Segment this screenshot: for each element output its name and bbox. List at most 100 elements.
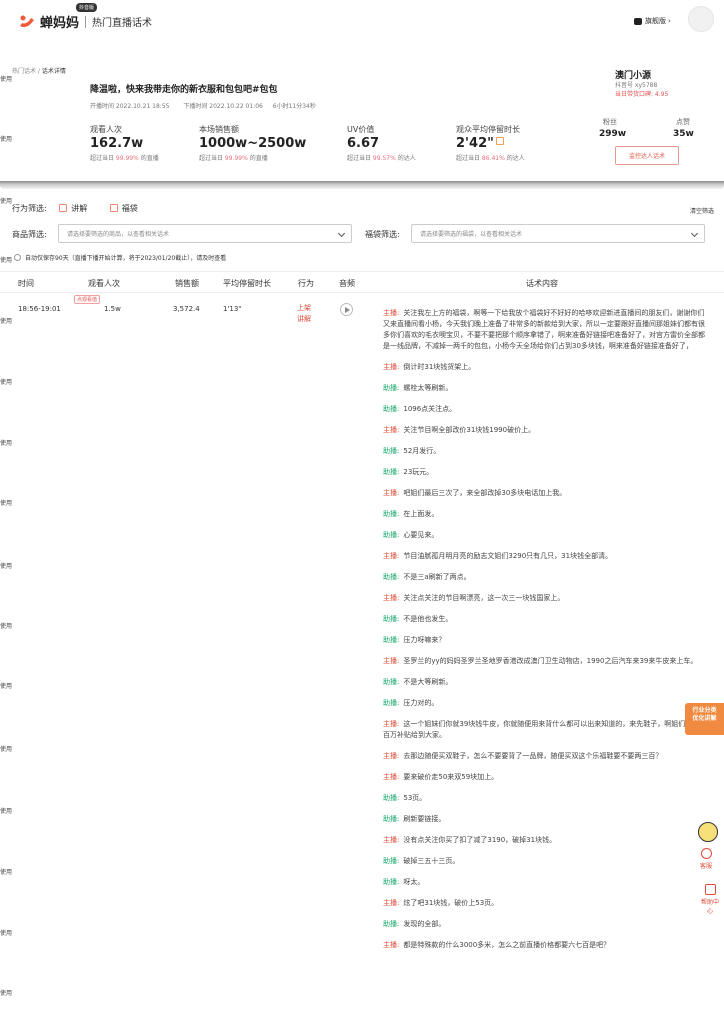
vip-badge[interactable]: 旗舰版 ›	[634, 16, 671, 26]
metric-rank: 超过当日 99.99% 的直播	[199, 155, 268, 162]
script-line: 主播: 要来破价走50来双59块加上。	[383, 772, 705, 783]
script-line: 主播: 节目油腻孤月明月亮的励志文姐们3290只有几只，31块钱全部清。	[383, 551, 705, 562]
grid-icon	[704, 884, 716, 895]
logo[interactable]: 蝉妈妈 热门直播话术	[18, 12, 152, 31]
script-line: 助播: 在上面发。	[383, 509, 705, 520]
vip-label: 旗舰版	[645, 17, 666, 25]
row-behavior: 上架 讲解	[297, 303, 311, 325]
monitor-anchor-button[interactable]: 监控达人话术	[615, 146, 679, 165]
role-host-label: 主播:	[383, 752, 400, 760]
row-time: 18:56-19:01	[18, 305, 61, 313]
role-assist-label: 助播:	[383, 615, 400, 623]
bag-select-placeholder: 请选择要筛选的福袋，以查看相关话术	[420, 231, 523, 238]
script-line: 主播: 圣罗兰的yy的妈妈圣罗兰圣地罗香港改成澳门卫生动物店，1990之后汽车来3…	[383, 656, 705, 667]
metric-value: 6.67	[347, 136, 380, 151]
checkbox-lucky-bag[interactable]	[109, 204, 118, 212]
behavior-filter: 行为筛选: 讲解 福袋	[12, 203, 138, 214]
checkbox-explain-label: 讲解	[71, 204, 88, 213]
side-strip-label: 使用	[0, 563, 13, 570]
role-host-label: 主播:	[383, 899, 400, 907]
metric-rank: 超过当日 99.99% 的直播	[90, 155, 159, 162]
role-assist-label: 助播:	[383, 857, 400, 865]
script-line: 助播: 53页。	[383, 793, 705, 804]
row-sales: 3,572.4	[173, 305, 200, 313]
script-line: 主播: 去那边随便买双鞋子，怎么不要要背了一品牌，随便买双这个乐福鞋要不要两三百？	[383, 751, 705, 762]
script-text: 都是特殊款的什么3000多米，怎么之前直播价格都要六七百是吧？	[403, 941, 611, 949]
live-duration: 6小时11分34秒	[272, 103, 316, 110]
clear-filters-link[interactable]: 清空筛选	[690, 206, 714, 215]
role-host-label: 主播:	[383, 941, 400, 949]
breadcrumb: 热门话术 / 话术详情	[12, 66, 66, 75]
side-strip-label: 使用	[0, 869, 13, 876]
breadcrumb-parent[interactable]: 热门话术	[12, 68, 36, 75]
side-strip-label: 使用	[0, 990, 13, 997]
product-select[interactable]: 请选择要筛选的商品，以查看相关话术	[58, 224, 352, 243]
side-strip-label: 使用	[0, 500, 13, 507]
product-select-placeholder: 请选择要筛选的商品，以查看相关话术	[67, 231, 170, 238]
side-strip-label: 使用	[0, 683, 13, 690]
script-text: 圣罗兰的yy的妈妈圣罗兰圣地罗香港改成澳门卫生动物店，1990之后汽车来39来牛…	[403, 657, 698, 665]
logo-text: 蝉妈妈	[40, 16, 80, 31]
role-host-label: 主播:	[383, 773, 400, 781]
customer-service-button[interactable]: 客服	[700, 848, 712, 870]
role-assist-label: 助播:	[383, 636, 400, 644]
script-text: 呀太。	[403, 878, 425, 886]
chevron-down-icon	[690, 229, 699, 238]
bag-select[interactable]: 请选择要筛选的福袋，以查看相关话术	[411, 224, 705, 243]
script-line: 主播: 关注节目啊全部改价31块钱1990破价上。	[383, 425, 705, 436]
fans-label: 粉丝	[603, 118, 617, 126]
behavior-explain: 讲解	[297, 315, 311, 323]
industry-optimize-button[interactable]: 行业分类 优化讲解	[685, 703, 724, 735]
script-content: 主播: 关注我左上方的福袋，啊等一下给我放个福袋好不好好的哈哆欢迎新进直播间的朋友…	[383, 308, 705, 961]
role-host-label: 主播:	[383, 720, 400, 728]
script-text: 心要见来。	[403, 531, 439, 539]
script-line: 助播: 不是大等刷新。	[383, 677, 705, 688]
hot-tag: 点观看值	[74, 295, 101, 304]
customer-service-label: 客服	[700, 863, 713, 870]
side-strip-label: 使用	[0, 198, 13, 205]
script-text: 这一个姐妹们你就39块钱牛皮，你就随便用来背什么都可以出来知道的，来先鞋子，啊姐…	[383, 720, 700, 739]
script-line: 助播: 刷新要链接。	[383, 814, 705, 825]
script-text: 压力呀嘛来？	[403, 636, 446, 644]
role-host-label: 主播:	[383, 489, 400, 497]
role-assist-label: 助播:	[383, 573, 400, 581]
side-strip-label: 使用	[0, 746, 13, 753]
behavior-listing: 上架	[297, 304, 311, 312]
script-line: 主播: 关注我左上方的福袋，啊等一下给我放个福袋好不好好的哈哆欢迎新进直播间的朋友…	[383, 308, 705, 352]
fans-value: 299w	[599, 129, 627, 139]
script-line: 助播: 螺栓太等刷新。	[383, 383, 705, 394]
diamond-icon	[634, 17, 642, 25]
script-text: 52月发行。	[403, 447, 441, 455]
retention-note: 自动仅保存90天（直播下播开始计算，将于2023/01/20截止），请及时查看	[14, 253, 226, 262]
checkbox-lucky-bag-label: 福袋	[121, 204, 138, 213]
likes-label: 点赞	[676, 118, 690, 126]
th-views: 观看人次	[88, 279, 120, 288]
role-host-label: 主播:	[383, 552, 400, 560]
breadcrumb-current: 话术详情	[41, 68, 66, 75]
role-host-label: 主播:	[383, 836, 400, 844]
script-line: 助播: 不是三a刷新了两点。	[383, 572, 705, 583]
table-header: 时间 观看人次 销售额 平均停留时长 行为 音频 话术内容	[0, 271, 724, 293]
metric-sales: 本场销售额 1000w~2500w 超过当日 99.99% 的直播	[199, 124, 306, 162]
avatar[interactable]	[688, 6, 714, 32]
behavior-filter-label: 行为筛选:	[12, 204, 47, 213]
platform-badge: 抖音版	[76, 3, 98, 12]
metric-label: UV价值	[347, 125, 375, 134]
row-avg-stay: 1'13"	[223, 305, 242, 313]
script-line: 主播: 炫了吧31块钱，破价上53页。	[383, 898, 705, 909]
metric-label: 观众平均停留时长	[456, 125, 520, 134]
side-strip-label: 使用	[0, 808, 13, 815]
side-strip-label: 使用	[0, 930, 13, 937]
side-strip-label: 使用	[0, 623, 13, 630]
help-center-button[interactable]: 帮助中心	[700, 884, 720, 915]
role-assist-label: 助播:	[383, 815, 400, 823]
metric-rank: 超过当日 86.41% 的达人	[456, 155, 525, 162]
metric-views: 观看人次 162.7w 超过当日 99.99% 的直播	[90, 124, 159, 162]
chevron-down-icon: ›	[668, 17, 671, 25]
script-line: 助播: 呀太。	[383, 877, 705, 888]
row-views: 1.5w	[104, 305, 121, 313]
checkbox-explain[interactable]	[59, 204, 68, 212]
mascot-icon[interactable]	[698, 822, 718, 842]
play-audio-icon[interactable]	[340, 303, 353, 316]
metric-value: 162.7w	[90, 136, 144, 151]
